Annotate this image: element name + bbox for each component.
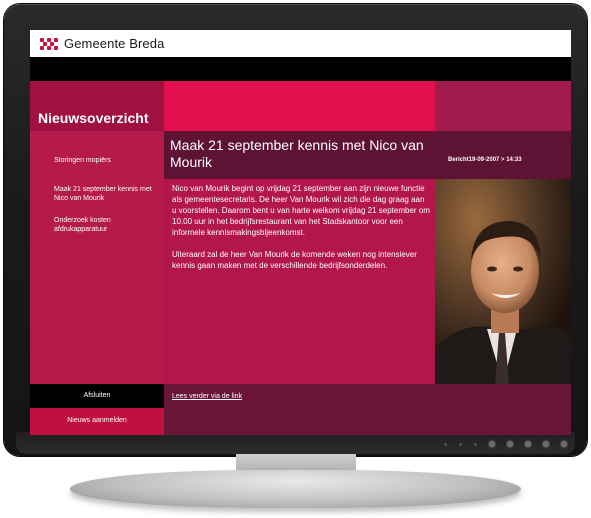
subscribe-news-button[interactable]: Nieuws aanmelden [30,408,164,435]
read-more-link[interactable]: Lees verder via de link [172,393,242,400]
monitor-button-icon[interactable] [489,441,495,447]
article-footer [164,384,571,435]
site-header: Gemeente Breda [30,30,571,57]
indicator-icon [474,442,477,446]
portrait-image [435,179,571,384]
monitor-button-icon[interactable] [507,441,513,447]
banner-accent [164,81,435,131]
brand-name: Gemeente Breda [64,36,165,51]
article-paragraph: Nico van Mourik begint op vrijdag 21 sep… [172,184,430,237]
article-title: Maak 21 september kennis met Nico van Mo… [170,137,424,170]
nav-strip [30,57,571,81]
indicator-icon [444,442,447,446]
sidebar-item-kennismaking[interactable]: Maak 21 september kennis met Nico van Mo… [54,185,158,203]
monitor-button-icon[interactable] [525,441,531,447]
close-button[interactable]: Afsluiten [30,384,164,408]
breda-logo-icon [40,37,58,50]
power-button-icon[interactable] [561,441,567,447]
article-paragraph: Uiteraard zal de heer Van Mourik de kome… [172,250,417,270]
monitor-button-icon[interactable] [543,441,549,447]
page-title: Nieuwsoverzicht [38,110,149,126]
sidebar-item-storingen[interactable]: Storingen mopiërs [54,156,158,165]
sidebar-item-afdrukapparatuur[interactable]: Onderzoek kosten afdrukapparatuur [54,216,158,234]
banner-right [435,81,571,131]
monitor-stand [70,470,521,508]
article-body: Nico van Mourik begint op vrijdag 21 sep… [172,183,430,271]
subscribe-news-label[interactable]: Nieuws aanmelden [30,417,164,424]
close-button-label[interactable]: Afsluiten [30,392,164,399]
indicator-icon [459,442,462,446]
screen: Gemeente Breda Nieuwsoverzicht Storingen… [30,30,571,435]
portrait-photo [435,179,571,384]
sidebar: Storingen mopiërs Maak 21 september kenn… [30,131,164,384]
monitor-controls [444,441,567,447]
article-date: Bericht19-09-2007 > 14:33 [448,157,522,163]
